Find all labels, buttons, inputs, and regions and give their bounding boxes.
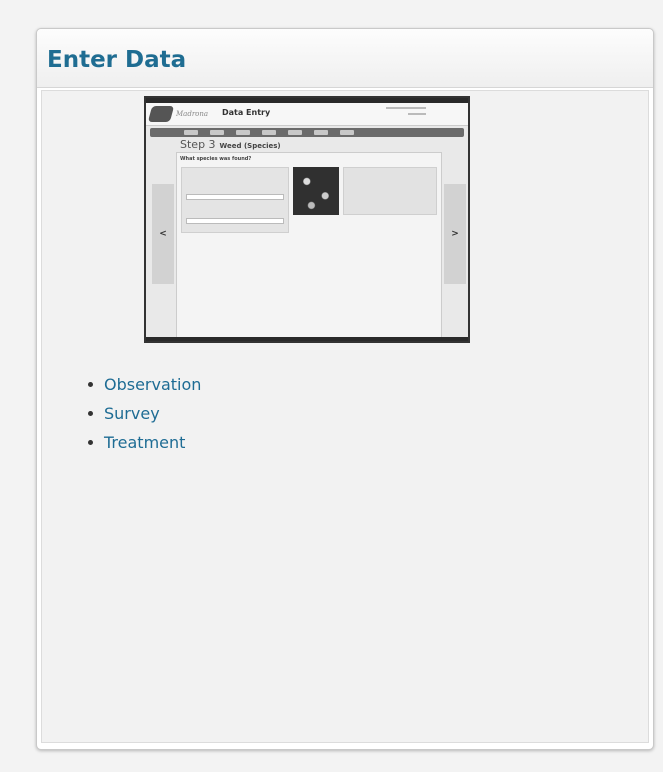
preview-header: Madrona Data Entry [146, 103, 468, 126]
preview-species-photo [293, 167, 339, 215]
bullet-icon [88, 440, 93, 445]
preview-form [181, 167, 289, 233]
preview-next-arrow: > [444, 184, 466, 284]
entry-type-list: Observation Survey Treatment [84, 370, 201, 457]
preview-page-heading: Data Entry [222, 108, 271, 117]
list-item-survey: Survey [84, 399, 201, 428]
panel-header: Enter Data [37, 29, 653, 88]
app-logo-icon [147, 106, 175, 122]
preview-card-title: What species was found? [180, 156, 252, 162]
preview-step-nav [150, 128, 464, 137]
bullet-icon [88, 382, 93, 387]
preview-step-label: Step 3 [180, 138, 216, 151]
treatment-link[interactable]: Treatment [104, 433, 185, 452]
panel-title: Enter Data [47, 47, 187, 73]
survey-link[interactable]: Survey [104, 404, 160, 423]
preview-app-name: Madrona [176, 110, 209, 118]
preview-step-title: Weed (Species) [219, 142, 281, 150]
preview-step: Step 3 Weed (Species) [180, 138, 281, 151]
bullet-icon [88, 411, 93, 416]
preview-card: What species was found? [176, 152, 442, 340]
preview-prev-arrow: < [152, 184, 174, 284]
list-item-observation: Observation [84, 370, 201, 399]
observation-link[interactable]: Observation [104, 375, 201, 394]
preview-info-box [343, 167, 437, 215]
list-item-treatment: Treatment [84, 428, 201, 457]
data-entry-preview-image: Madrona Data Entry Step 3 Weed (Species) … [144, 96, 470, 343]
